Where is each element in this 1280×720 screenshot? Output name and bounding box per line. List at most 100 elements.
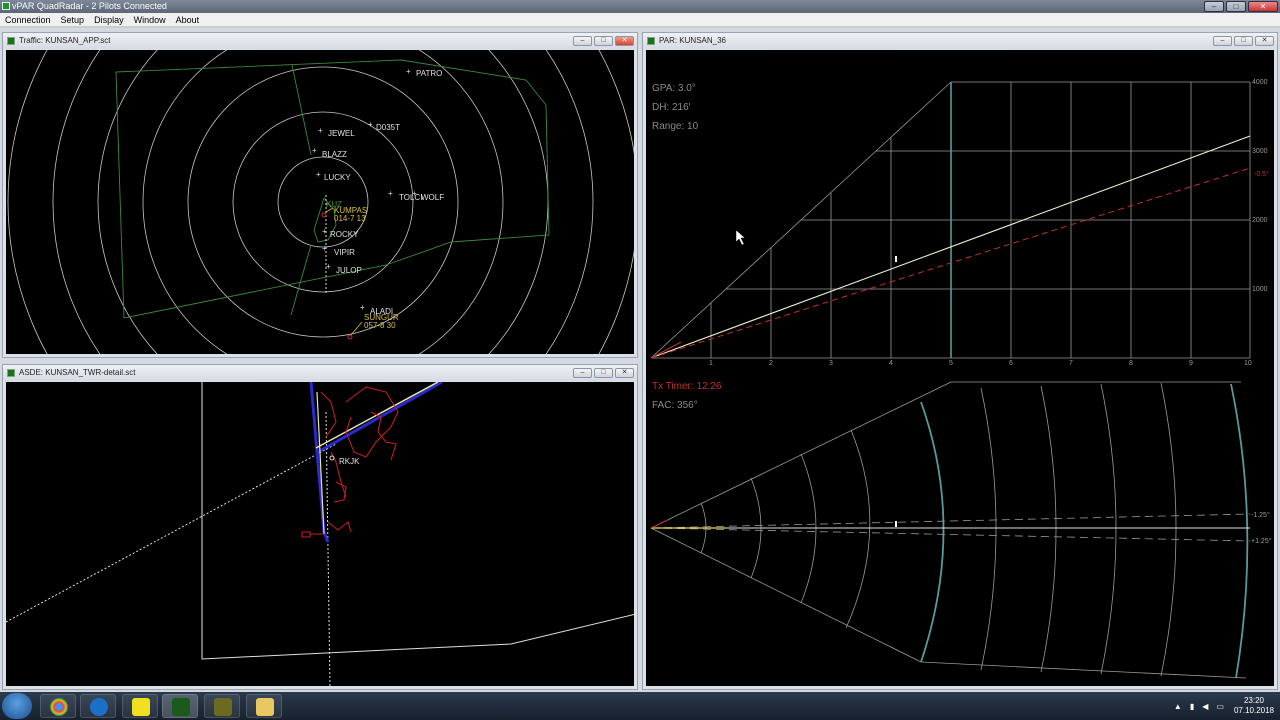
minimize-button[interactable]: – xyxy=(1204,1,1224,12)
taskbar-vatsim-app-button[interactable] xyxy=(204,694,240,718)
vpar-icon xyxy=(172,698,190,716)
azimuth-bottom-edge xyxy=(920,661,1247,679)
aircraft-target-symbol[interactable] xyxy=(321,212,327,218)
par-minimize-button[interactable]: – xyxy=(1213,36,1232,46)
teamviewer-icon xyxy=(90,698,108,716)
aircraft-target-symbol[interactable] xyxy=(347,334,353,340)
fix-label: + xyxy=(388,189,393,198)
menu-setup[interactable]: Setup xyxy=(56,13,90,26)
maximize-button[interactable]: □ xyxy=(1226,1,1246,12)
azimuth-target[interactable] xyxy=(895,521,897,527)
asde-window[interactable]: ASDE: KUNSAN_TWR-detail.sct – □ ✕ RKJK xyxy=(2,364,638,690)
altitude-labels: 4000 3000 2000 1000 xyxy=(1252,79,1268,293)
start-button[interactable] xyxy=(2,693,32,719)
extended-runway-centerline xyxy=(325,411,331,686)
aircraft-datablock-2[interactable]: 057-8 30 xyxy=(364,321,396,330)
taskbar-explorer-button[interactable] xyxy=(246,694,282,718)
traffic-minimize-button[interactable]: – xyxy=(573,36,592,46)
traffic-maximize-button[interactable]: □ xyxy=(594,36,613,46)
aerodrome-label: RKJK xyxy=(339,457,360,466)
traffic-window-title: Traffic: KUNSAN_APP.sct xyxy=(19,36,111,45)
aircraft-datablock-1[interactable]: 014-7 13 xyxy=(334,214,366,223)
par-close-button[interactable]: ✕ xyxy=(1255,36,1274,46)
volume-icon[interactable]: ◀ xyxy=(1198,702,1212,711)
traffic-window-caption[interactable]: Traffic: KUNSAN_APP.sct – □ ✕ xyxy=(3,33,637,49)
asde-maximize-button[interactable]: □ xyxy=(594,368,613,378)
azimuth-left-limit xyxy=(650,513,1251,529)
par-info-panel: GPA: 3.0° DH: 216' Range: 10 xyxy=(652,83,699,132)
fix-label: JEWEL xyxy=(328,129,355,138)
azimuth-5nm-arc xyxy=(920,401,945,663)
azimuth-right-limit xyxy=(650,527,1251,542)
asde-window-title: ASDE: KUNSAN_TWR-detail.sct xyxy=(19,368,136,377)
asde-close-button[interactable]: ✕ xyxy=(615,368,634,378)
chrome-icon xyxy=(50,698,68,716)
traffic-window[interactable]: Traffic: KUNSAN_APP.sct – □ ✕ + PATRO + … xyxy=(2,32,638,358)
par-scope-svg: 1 2 3 4 5 6 7 8 9 10 4000 3000 2000 1000… xyxy=(650,79,1272,679)
system-tray: ▲ ▮ ◀ ▭ 23:20 07.10.2018 xyxy=(1170,692,1280,720)
menu-display[interactable]: Display xyxy=(89,13,129,26)
folder-icon xyxy=(256,698,274,716)
par-window[interactable]: PAR: KUNSAN_36 – □ ✕ 1 2 3 4 5 6 7 8 9 1… xyxy=(642,32,1278,690)
sector-line xyxy=(290,244,312,316)
tray-clock[interactable]: 23:20 07.10.2018 xyxy=(1228,696,1280,716)
range-readout: Range: 10 xyxy=(652,121,699,132)
range-tick-labels: 1 2 3 4 5 6 7 8 9 10 xyxy=(709,360,1252,367)
fix-label: + xyxy=(326,262,331,271)
range-tick-label: 5 xyxy=(949,360,953,367)
azimuth-lower-limit xyxy=(650,527,922,663)
elevation-target[interactable] xyxy=(895,256,897,262)
fix-label: + xyxy=(322,227,327,236)
menu-about[interactable]: About xyxy=(171,13,205,26)
par-window-caption[interactable]: PAR: KUNSAN_36 – □ ✕ xyxy=(643,33,1277,49)
azimuth-limit-label: +1.25° xyxy=(1251,537,1272,545)
azimuth-grid xyxy=(650,381,1247,679)
fix-label: JULOP xyxy=(336,266,362,275)
azimuth-10nm-arc xyxy=(1230,383,1249,679)
taskbar-teamviewer-button[interactable] xyxy=(80,694,116,718)
asde-window-icon xyxy=(7,369,15,377)
fix-label: + xyxy=(406,67,411,76)
fix-label: TOLCI xyxy=(399,193,422,202)
asde-minimize-button[interactable]: – xyxy=(573,368,592,378)
glidepath-offset-label: -0.5° xyxy=(1254,170,1269,178)
fix-label: BLAZZ xyxy=(322,150,347,159)
structure xyxy=(327,521,352,533)
clock-date: 07.10.2018 xyxy=(1233,706,1274,715)
menu-window[interactable]: Window xyxy=(129,13,171,26)
close-button[interactable]: ✕ xyxy=(1248,1,1278,12)
par-window-title: PAR: KUNSAN_36 xyxy=(659,36,726,45)
asde-scope-svg: RKJK xyxy=(6,382,634,686)
fix-label: LUCKY xyxy=(324,173,351,182)
fix-label: + xyxy=(412,189,417,198)
traffic-close-button[interactable]: ✕ xyxy=(615,36,634,46)
menu-connection[interactable]: Connection xyxy=(0,13,56,26)
app-titlebar: vPAR QuadRadar - 2 Pilots Connected – □ … xyxy=(0,0,1280,13)
range-tick-label: 8 xyxy=(1129,360,1133,367)
altitude-label: 2000 xyxy=(1252,217,1268,224)
range-rings xyxy=(7,50,634,354)
radar-app-icon xyxy=(214,698,232,716)
network-icon[interactable]: ▮ xyxy=(1186,702,1198,711)
par-scope[interactable]: 1 2 3 4 5 6 7 8 9 10 4000 3000 2000 1000… xyxy=(646,50,1274,686)
traffic-scope[interactable]: + PATRO + JEWEL + D035T + BLAZZ + LUCKY … xyxy=(6,50,634,354)
structure xyxy=(301,531,311,538)
asde-scope[interactable]: RKJK xyxy=(6,382,634,686)
par-maximize-button[interactable]: □ xyxy=(1234,36,1253,46)
fix-label: WOLF xyxy=(421,193,444,202)
action-center-icon[interactable]: ▭ xyxy=(1212,702,1228,711)
asde-window-caption[interactable]: ASDE: KUNSAN_TWR-detail.sct – □ ✕ xyxy=(3,365,637,381)
taskbar-vpar-button[interactable] xyxy=(162,694,198,718)
taskbar-chrome-button[interactable] xyxy=(40,694,76,718)
azimuth-range-arc xyxy=(1040,385,1057,673)
azimuth-range-arc xyxy=(845,429,871,629)
azimuth-limit-labels: -1.25° +1.25° xyxy=(1251,511,1272,545)
range-tick-label: 10 xyxy=(1244,360,1252,367)
fix-label: VIPIR xyxy=(334,248,355,257)
asde-boundary xyxy=(201,382,634,660)
tray-expand-icon[interactable]: ▲ xyxy=(1170,702,1186,711)
gpa-readout: GPA: 3.0° xyxy=(652,83,696,94)
vpar-app-icon xyxy=(2,2,10,10)
sector-line xyxy=(291,64,312,156)
taskbar-emoji-app-button[interactable] xyxy=(122,694,158,718)
